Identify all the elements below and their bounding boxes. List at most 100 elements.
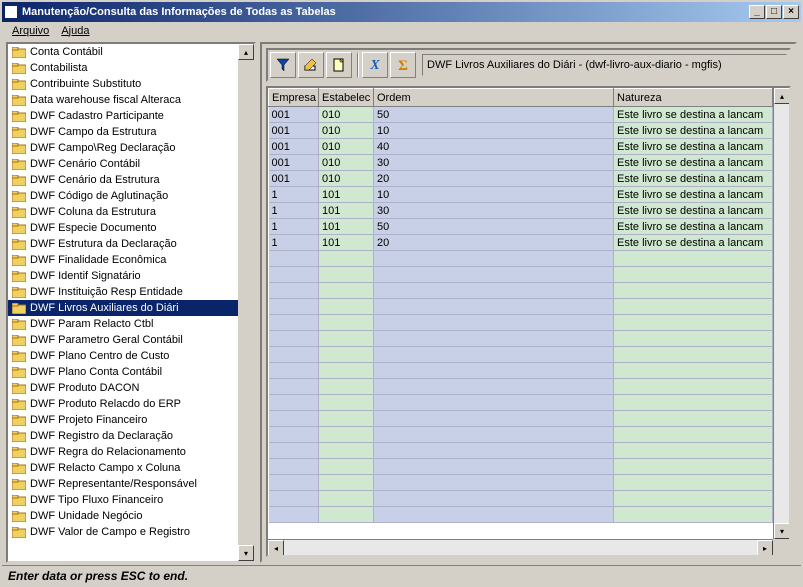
cell-empresa[interactable]: 001 xyxy=(269,171,319,187)
table-row[interactable]: 00101040Este livro se destina a lancam xyxy=(269,139,773,155)
table-row[interactable]: 00101050Este livro se destina a lancam xyxy=(269,107,773,123)
cell-ordem[interactable]: 40 xyxy=(374,139,614,155)
cell-natureza[interactable]: Este livro se destina a lancam xyxy=(614,155,773,171)
tree-item[interactable]: DWF Produto DACON xyxy=(8,380,238,396)
cell-empresa[interactable]: 1 xyxy=(269,203,319,219)
cell-empresa[interactable]: 001 xyxy=(269,123,319,139)
cell-estabelec[interactable]: 010 xyxy=(319,139,374,155)
grid-vscroll[interactable]: ▴ ▾ xyxy=(773,88,789,539)
cell-estabelec[interactable]: 010 xyxy=(319,171,374,187)
tree-item[interactable]: Data warehouse fiscal Alteraca xyxy=(8,92,238,108)
maximize-button[interactable]: □ xyxy=(766,5,782,19)
column-header[interactable]: Estabelec xyxy=(319,89,374,107)
tree-item[interactable]: DWF Especie Documento xyxy=(8,220,238,236)
filter-button[interactable] xyxy=(270,52,296,78)
table-row[interactable]: 00101020Este livro se destina a lancam xyxy=(269,171,773,187)
tree-vscroll[interactable]: ▴ ▾ xyxy=(238,44,254,561)
cell-empresa[interactable]: 1 xyxy=(269,219,319,235)
edit-button[interactable] xyxy=(298,52,324,78)
cell-natureza[interactable]: Este livro se destina a lancam xyxy=(614,235,773,251)
tree-item[interactable]: DWF Livros Auxiliares do Diári xyxy=(8,300,238,316)
tree-item[interactable]: DWF Parametro Geral Contábil xyxy=(8,332,238,348)
table-row[interactable]: 00101010Este livro se destina a lancam xyxy=(269,123,773,139)
scroll-down-icon[interactable]: ▾ xyxy=(774,523,790,539)
tree-item[interactable]: Contribuinte Substituto xyxy=(8,76,238,92)
table-row[interactable]: 110110Este livro se destina a lancam xyxy=(269,187,773,203)
tree-item[interactable]: DWF Instituição Resp Entidade xyxy=(8,284,238,300)
menu-file[interactable]: Arquivo xyxy=(6,23,55,39)
column-header[interactable]: Natureza xyxy=(614,89,773,107)
cell-estabelec[interactable]: 010 xyxy=(319,123,374,139)
tree-item[interactable]: Conta Contábil xyxy=(8,44,238,60)
new-button[interactable] xyxy=(326,52,352,78)
tree-item[interactable]: DWF Produto Relacdo do ERP xyxy=(8,396,238,412)
cell-ordem[interactable]: 50 xyxy=(374,219,614,235)
column-header[interactable]: Empresa xyxy=(269,89,319,107)
cell-estabelec[interactable]: 101 xyxy=(319,235,374,251)
tree-item[interactable]: DWF Representante/Responsável xyxy=(8,476,238,492)
cell-natureza[interactable]: Este livro se destina a lancam xyxy=(614,123,773,139)
menu-help[interactable]: Ajuda xyxy=(55,23,95,39)
cell-empresa[interactable]: 001 xyxy=(269,107,319,123)
tree-item[interactable]: DWF Campo\Reg Declaração xyxy=(8,140,238,156)
tree-item[interactable]: DWF Plano Conta Contábil xyxy=(8,364,238,380)
cell-ordem[interactable]: 30 xyxy=(374,155,614,171)
cell-ordem[interactable]: 10 xyxy=(374,187,614,203)
cell-empresa[interactable]: 001 xyxy=(269,155,319,171)
cell-estabelec[interactable]: 010 xyxy=(319,107,374,123)
tree-item[interactable]: DWF Projeto Financeiro xyxy=(8,412,238,428)
data-grid[interactable]: EmpresaEstabelecOrdemNatureza 00101050Es… xyxy=(268,88,773,523)
tree-item[interactable]: DWF Relacto Campo x Coluna xyxy=(8,460,238,476)
tree-item[interactable]: DWF Cenário da Estrutura xyxy=(8,172,238,188)
tree-item[interactable]: DWF Registro da Declaração xyxy=(8,428,238,444)
table-row[interactable]: 00101030Este livro se destina a lancam xyxy=(269,155,773,171)
table-row[interactable]: 110130Este livro se destina a lancam xyxy=(269,203,773,219)
tree-item[interactable]: DWF Identif Signatário xyxy=(8,268,238,284)
cell-natureza[interactable]: Este livro se destina a lancam xyxy=(614,107,773,123)
tree-item[interactable]: DWF Regra do Relacionamento xyxy=(8,444,238,460)
scroll-left-icon[interactable]: ◂ xyxy=(268,540,284,556)
cell-empresa[interactable]: 1 xyxy=(269,235,319,251)
tree[interactable]: Conta ContábilContabilistaContribuinte S… xyxy=(8,44,238,561)
cell-ordem[interactable]: 10 xyxy=(374,123,614,139)
tree-item[interactable]: DWF Coluna da Estrutura xyxy=(8,204,238,220)
cell-estabelec[interactable]: 010 xyxy=(319,155,374,171)
cell-natureza[interactable]: Este livro se destina a lancam xyxy=(614,171,773,187)
cell-estabelec[interactable]: 101 xyxy=(319,187,374,203)
column-header[interactable]: Ordem xyxy=(374,89,614,107)
excel-button[interactable]: X xyxy=(362,52,388,78)
sum-button[interactable]: Σ xyxy=(390,52,416,78)
cell-empresa[interactable]: 001 xyxy=(269,139,319,155)
cell-ordem[interactable]: 30 xyxy=(374,203,614,219)
cell-natureza[interactable]: Este livro se destina a lancam xyxy=(614,187,773,203)
cell-estabelec[interactable]: 101 xyxy=(319,219,374,235)
sys-menu-icon[interactable] xyxy=(4,5,18,19)
close-button[interactable]: × xyxy=(783,5,799,19)
cell-ordem[interactable]: 20 xyxy=(374,171,614,187)
cell-natureza[interactable]: Este livro se destina a lancam xyxy=(614,219,773,235)
cell-natureza[interactable]: Este livro se destina a lancam xyxy=(614,203,773,219)
scroll-up-icon[interactable]: ▴ xyxy=(774,88,790,104)
cell-ordem[interactable]: 50 xyxy=(374,107,614,123)
grid-hscroll[interactable]: ◂ ▸ xyxy=(268,539,773,555)
tree-item[interactable]: DWF Finalidade Econômica xyxy=(8,252,238,268)
cell-empresa[interactable]: 1 xyxy=(269,187,319,203)
tree-item[interactable]: DWF Cadastro Participante xyxy=(8,108,238,124)
scroll-down-icon[interactable]: ▾ xyxy=(238,545,254,561)
tree-item[interactable]: DWF Tipo Fluxo Financeiro xyxy=(8,492,238,508)
tree-item[interactable]: DWF Campo da Estrutura xyxy=(8,124,238,140)
tree-item[interactable]: DWF Valor de Campo e Registro xyxy=(8,524,238,540)
tree-item[interactable]: Contabilista xyxy=(8,60,238,76)
tree-item[interactable]: DWF Cenário Contábil xyxy=(8,156,238,172)
table-row[interactable]: 110150Este livro se destina a lancam xyxy=(269,219,773,235)
tree-item[interactable]: DWF Estrutura da Declaração xyxy=(8,236,238,252)
cell-estabelec[interactable]: 101 xyxy=(319,203,374,219)
scroll-up-icon[interactable]: ▴ xyxy=(238,44,254,60)
tree-item[interactable]: DWF Unidade Negócio xyxy=(8,508,238,524)
cell-natureza[interactable]: Este livro se destina a lancam xyxy=(614,139,773,155)
tree-item[interactable]: DWF Plano Centro de Custo xyxy=(8,348,238,364)
minimize-button[interactable]: _ xyxy=(749,5,765,19)
tree-item[interactable]: DWF Param Relacto Ctbl xyxy=(8,316,238,332)
tree-item[interactable]: DWF Código de Aglutinação xyxy=(8,188,238,204)
scroll-right-icon[interactable]: ▸ xyxy=(757,540,773,556)
